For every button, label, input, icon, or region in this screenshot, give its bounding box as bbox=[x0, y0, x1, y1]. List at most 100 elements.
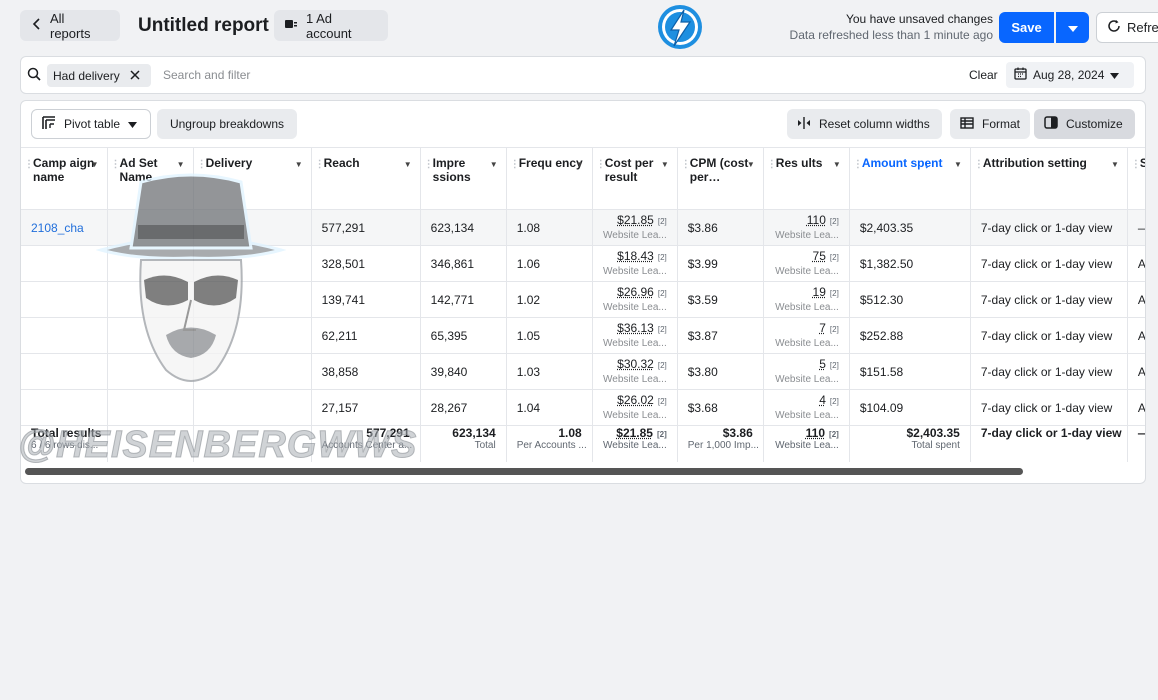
attribution-setting-cell: 7-day click or 1-day view bbox=[970, 210, 1127, 246]
extra-column-cell: — bbox=[1127, 210, 1146, 246]
caret-down-icon bbox=[1068, 20, 1078, 35]
campaign-name-cell[interactable] bbox=[21, 282, 107, 318]
campaign-name-cell[interactable]: 2108_cha bbox=[21, 210, 107, 246]
report-title[interactable]: Untitled report bbox=[138, 15, 269, 37]
caret-down-icon[interactable]: ▼ bbox=[747, 158, 755, 172]
customize-label: Customize bbox=[1066, 117, 1123, 131]
caret-down-icon[interactable]: ▼ bbox=[1111, 158, 1119, 172]
impressions-cell: 346,861 bbox=[420, 246, 506, 282]
column-header-impressions[interactable]: ⋮ Impre ssions ▼ bbox=[420, 148, 506, 210]
format-label: Format bbox=[982, 117, 1020, 131]
amount-spent-cell: $512.30 bbox=[849, 282, 970, 318]
refreshed-text: Data refreshed less than 1 minute ago bbox=[790, 27, 993, 43]
cost-per-result-cell: $26.96 [2] Website Lea... bbox=[592, 282, 677, 318]
amount-spent-cell: $151.58 bbox=[849, 354, 970, 390]
heisenberg-watermark-image bbox=[96, 170, 286, 403]
amount-spent-cell: $252.88 bbox=[849, 318, 970, 354]
all-reports-button[interactable]: All reports bbox=[20, 10, 120, 41]
column-header-extra[interactable]: ⋮S bbox=[1127, 148, 1146, 210]
sort-descending-icon[interactable]: ↓ bbox=[924, 157, 930, 171]
attribution-setting-cell: 7-day click or 1-day view bbox=[970, 282, 1127, 318]
cost-per-result-cell: $26.02 [2] Website Lea... bbox=[592, 390, 677, 426]
attribution-setting-cell: 7-day click or 1-day view bbox=[970, 354, 1127, 390]
customize-button[interactable]: Customize bbox=[1034, 109, 1135, 139]
results-cell: 110 [2] Website Lea... bbox=[763, 210, 849, 246]
column-header-results[interactable]: ⋮ Res ults ▼ bbox=[763, 148, 849, 210]
clear-filters-button[interactable]: Clear bbox=[969, 68, 998, 82]
pivot-table-dropdown[interactable]: Pivot table bbox=[31, 109, 151, 139]
pivot-table-icon bbox=[42, 116, 56, 133]
extra-column-cell: A bbox=[1127, 390, 1146, 426]
horizontal-scrollbar[interactable] bbox=[25, 468, 1023, 475]
drag-handle-icon[interactable]: ⋮ bbox=[853, 158, 863, 172]
campaign-name-cell[interactable] bbox=[21, 246, 107, 282]
attribution-setting-cell: 7-day click or 1-day view bbox=[970, 246, 1127, 282]
drag-handle-icon[interactable]: ⋮ bbox=[24, 158, 34, 172]
column-header-amount-spent[interactable]: ⋮ Amount spent ↓ ▼ bbox=[849, 148, 970, 210]
search-filter-input[interactable]: Search and filter bbox=[163, 68, 250, 82]
column-header-attribution-setting[interactable]: ⋮ Attribution setting ▼ bbox=[970, 148, 1127, 210]
column-header-cost-per-result[interactable]: ⋮ Cost per result ▼ bbox=[592, 148, 677, 210]
totals-amount-cell: $2,403.35 Total spent bbox=[849, 426, 970, 462]
lightning-logo-icon bbox=[655, 2, 705, 52]
save-options-button[interactable] bbox=[1056, 12, 1089, 43]
format-button[interactable]: Format bbox=[950, 109, 1030, 139]
campaign-name-cell[interactable] bbox=[21, 354, 107, 390]
caret-down-icon[interactable]: ▼ bbox=[576, 158, 584, 172]
caret-down-icon[interactable]: ▼ bbox=[954, 158, 962, 172]
drag-handle-icon[interactable]: ⋮ bbox=[767, 158, 777, 172]
campaign-name-cell[interactable] bbox=[21, 390, 107, 426]
ungroup-breakdowns-button[interactable]: Ungroup breakdowns bbox=[157, 109, 297, 139]
impressions-cell: 623,134 bbox=[420, 210, 506, 246]
results-cell: 7 [2] Website Lea... bbox=[763, 318, 849, 354]
results-cell: 4 [2] Website Lea... bbox=[763, 390, 849, 426]
drag-handle-icon[interactable]: ⋮ bbox=[424, 158, 434, 172]
amount-spent-cell: $104.09 bbox=[849, 390, 970, 426]
watermark-text: @HEISENBERGWWS bbox=[18, 424, 417, 467]
drag-handle-icon[interactable]: ⋮ bbox=[974, 158, 984, 172]
cpm-cell: $3.59 bbox=[677, 282, 763, 318]
caret-down-icon[interactable]: ▼ bbox=[833, 158, 841, 172]
column-header-frequency[interactable]: ⋮ Frequ ency ▼ bbox=[506, 148, 592, 210]
date-range-label: Aug 28, 2024 bbox=[1033, 68, 1104, 82]
impressions-cell: 65,395 bbox=[420, 318, 506, 354]
caret-down-icon[interactable]: ▼ bbox=[661, 158, 669, 172]
column-header-cpm[interactable]: ⋮ CPM (cost per… ▼ bbox=[677, 148, 763, 210]
cpm-cell: $3.99 bbox=[677, 246, 763, 282]
caret-down-icon bbox=[128, 117, 137, 131]
cpm-cell: $3.87 bbox=[677, 318, 763, 354]
attribution-setting-cell: 7-day click or 1-day view bbox=[970, 318, 1127, 354]
totals-extra-cell: — bbox=[1127, 426, 1146, 462]
date-range-button[interactable]: Aug 28, 2024 bbox=[1006, 62, 1134, 88]
close-icon[interactable] bbox=[130, 69, 140, 83]
reach-cell: 328,501 bbox=[311, 246, 420, 282]
column-header-campaign-name[interactable]: ⋮ Camp aign name ▼ bbox=[21, 148, 107, 210]
drag-handle-icon[interactable]: ⋮ bbox=[1131, 158, 1141, 172]
drag-handle-icon[interactable]: ⋮ bbox=[681, 158, 691, 172]
caret-down-icon[interactable]: ▼ bbox=[490, 158, 498, 172]
drag-handle-icon[interactable]: ⋮ bbox=[315, 158, 325, 172]
customize-panel-icon bbox=[1044, 116, 1058, 132]
extra-column-cell: A bbox=[1127, 282, 1146, 318]
results-cell: 5 [2] Website Lea... bbox=[763, 354, 849, 390]
caret-down-icon[interactable]: ▼ bbox=[295, 158, 303, 172]
column-resize-icon bbox=[797, 117, 811, 132]
totals-results-cell: 110 [2] Website Lea... bbox=[763, 426, 849, 462]
frequency-cell: 1.05 bbox=[506, 318, 592, 354]
totals-cost-cell: $21.85 [2] Website Lea... bbox=[592, 426, 677, 462]
reset-column-widths-button[interactable]: Reset column widths bbox=[787, 109, 942, 139]
column-header-reach[interactable]: ⋮ Reach ▼ bbox=[311, 148, 420, 210]
save-button[interactable]: Save bbox=[999, 12, 1054, 43]
drag-handle-icon[interactable]: ⋮ bbox=[596, 158, 606, 172]
drag-handle-icon[interactable]: ⋮ bbox=[510, 158, 520, 172]
reach-cell: 62,211 bbox=[311, 318, 420, 354]
refresh-button[interactable]: Refresh bbox=[1096, 12, 1158, 43]
cost-per-result-cell: $21.85 [2] Website Lea... bbox=[592, 210, 677, 246]
filter-chip-label: Had delivery bbox=[53, 69, 120, 83]
campaign-name-cell[interactable] bbox=[21, 318, 107, 354]
filter-chip-had-delivery[interactable]: Had delivery bbox=[47, 64, 151, 87]
impressions-cell: 142,771 bbox=[420, 282, 506, 318]
caret-down-icon[interactable]: ▼ bbox=[404, 158, 412, 172]
ad-account-button[interactable]: 1 Ad account bbox=[274, 10, 388, 41]
totals-frequency-cell: 1.08 Per Accounts ... bbox=[506, 426, 592, 462]
